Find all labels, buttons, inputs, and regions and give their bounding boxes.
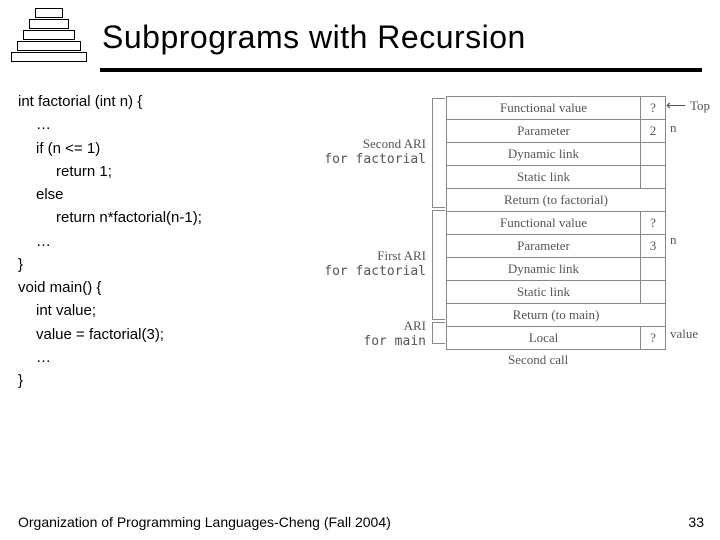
code-line: void main() { xyxy=(18,276,308,299)
code-line: return 1; xyxy=(18,160,308,183)
page-number: 33 xyxy=(688,514,704,530)
code-line: int factorial (int n) { xyxy=(18,90,308,113)
stack-row: Parameter2 xyxy=(447,120,665,143)
ari-label: ARI for main xyxy=(316,318,426,349)
arrow-left-icon: ⟵ xyxy=(666,98,686,115)
code-line: return n*factorial(n-1); xyxy=(18,206,308,229)
brace-icon xyxy=(432,322,445,344)
pyramid-logo xyxy=(10,8,88,66)
slide-header: Subprograms with Recursion xyxy=(0,0,720,66)
code-line: … xyxy=(18,346,308,369)
stack-row: Static link xyxy=(447,281,665,304)
top-label: Top xyxy=(690,98,710,114)
brace-icon xyxy=(432,98,445,208)
ari-label: Second ARI for factorial xyxy=(316,136,426,167)
diagram-caption: Second call xyxy=(508,352,568,368)
code-line: … xyxy=(18,230,308,253)
stack-row: Return (to main) xyxy=(447,304,665,327)
stack-row: Functional value? xyxy=(447,97,665,120)
brace-icon xyxy=(432,210,445,320)
footer-text: Organization of Programming Languages-Ch… xyxy=(18,514,391,530)
code-line: value = factorial(3); xyxy=(18,323,308,346)
var-label: n xyxy=(670,232,677,248)
stack-row: Return (to factorial) xyxy=(447,189,665,212)
stack-row: Parameter3 xyxy=(447,235,665,258)
stack-diagram: Second ARI for factorial First ARI for f… xyxy=(308,90,706,392)
stack-row: Dynamic link xyxy=(447,258,665,281)
stack-row: Static link xyxy=(447,166,665,189)
var-label: value xyxy=(670,326,698,342)
stack-row: Dynamic link xyxy=(447,143,665,166)
code-line: } xyxy=(18,369,308,392)
var-label: n xyxy=(670,120,677,136)
code-line: } xyxy=(18,253,308,276)
code-line: int value; xyxy=(18,299,308,322)
ari-label: First ARI for factorial xyxy=(316,248,426,279)
code-block: int factorial (int n) { … if (n <= 1) re… xyxy=(18,90,308,392)
code-line: else xyxy=(18,183,308,206)
slide-content: int factorial (int n) { … if (n <= 1) re… xyxy=(0,72,720,392)
code-line: … xyxy=(18,113,308,136)
stack-row: Local? xyxy=(447,327,665,349)
stack-table: Functional value? Parameter2 Dynamic lin… xyxy=(446,96,666,350)
slide-title: Subprograms with Recursion xyxy=(102,19,526,56)
stack-row: Functional value? xyxy=(447,212,665,235)
code-line: if (n <= 1) xyxy=(18,137,308,160)
